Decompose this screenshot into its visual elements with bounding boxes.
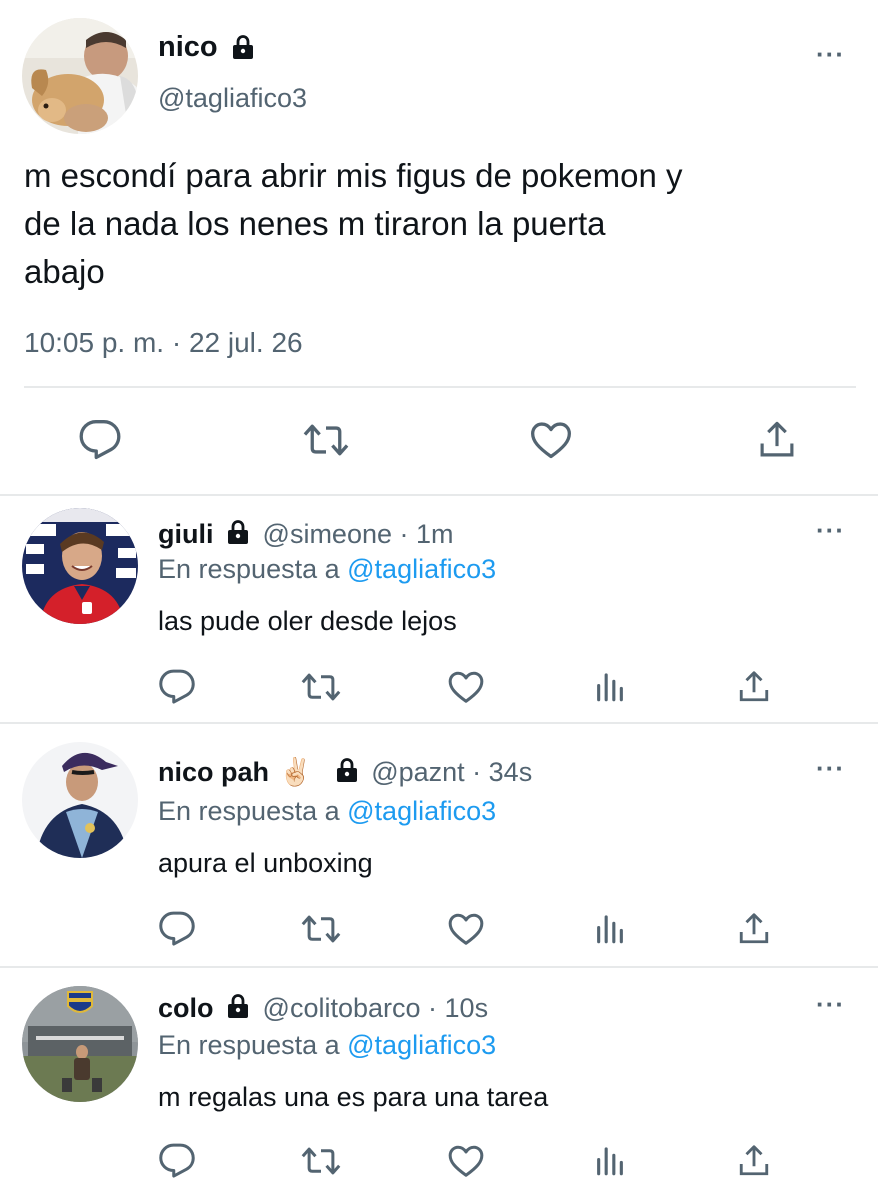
avatar[interactable] [22,986,138,1102]
author-handle[interactable]: @tagliafico3 [158,80,307,116]
reply-header: colo @colitobarco · 10s [158,991,488,1025]
reply-author-emoji: ✌🏻 [278,757,313,787]
reply-context-link[interactable]: @tagliafico3 [347,554,496,584]
lock-icon [225,519,251,545]
tweet-timestamp[interactable]: 10:05 p. m. · 22 jul. 26 [24,324,303,362]
share-icon[interactable] [736,668,772,706]
reply-context-label: En respuesta a [158,796,340,826]
retweet-icon[interactable] [300,668,342,706]
reply-icon[interactable] [158,910,196,948]
divider [24,386,856,388]
more-dots-icon[interactable]: ··· [816,991,845,1017]
divider [0,494,878,496]
reply-author-handle[interactable]: @colitobarco [263,993,421,1023]
reply-author-name[interactable]: colo [158,993,214,1023]
views-icon[interactable] [592,1144,628,1178]
reply-header: giuli @simeone · 1m [158,517,454,551]
reply-context: En respuesta a @tagliafico3 [158,1028,496,1062]
avatar[interactable] [22,508,138,624]
retweet-icon[interactable] [300,910,342,948]
reply-context: En respuesta a @tagliafico3 [158,794,496,828]
reply-header: nico pah ✌🏻 @paznt · 34s [158,755,532,789]
author-name[interactable]: nico [158,28,218,66]
reply-time[interactable]: · 1m [400,519,454,549]
reply-author-name[interactable]: giuli [158,519,214,549]
reply-time[interactable]: · 10s [428,993,488,1023]
more-dots-icon[interactable]: ··· [816,517,845,543]
retweet-icon[interactable] [300,1142,342,1180]
divider [0,966,878,968]
reply-icon[interactable] [158,668,196,706]
retweet-icon[interactable] [302,418,350,462]
reply-author-name[interactable]: nico pah [158,757,269,787]
reply-context-label: En respuesta a [158,554,340,584]
reply-context-link[interactable]: @tagliafico3 [347,1030,496,1060]
reply-text: las pude oler desde lejos [158,606,457,636]
tweet-text-line: de la nada los nenes m tiraron la puerta [24,205,606,242]
tweet-text-line: abajo [24,253,105,290]
heart-icon[interactable] [446,1142,486,1180]
more-dots-icon[interactable]: ··· [816,755,845,781]
divider [0,722,878,724]
reply-author-handle[interactable]: @paznt [371,757,464,787]
reply-context: En respuesta a @tagliafico3 [158,552,496,586]
reply-text: apura el unboxing [158,848,373,878]
avatar[interactable] [22,742,138,858]
more-dots-icon[interactable]: ··· [816,41,845,67]
views-icon[interactable] [592,912,628,946]
reply-author-handle[interactable]: @simeone [263,519,392,549]
tweet-text: m escondí para abrir mis figus de pokemo… [24,152,874,296]
views-icon[interactable] [592,670,628,704]
reply-icon[interactable] [158,1142,196,1180]
share-icon[interactable] [756,418,798,462]
tweet-text-line: m escondí para abrir mis figus de pokemo… [24,157,683,194]
heart-icon[interactable] [528,418,574,462]
reply-time[interactable]: · 34s [472,757,532,787]
lock-icon [225,993,251,1019]
lock-icon [230,34,256,60]
avatar[interactable] [22,18,138,134]
reply-icon[interactable] [78,418,122,462]
share-icon[interactable] [736,910,772,948]
reply-context-label: En respuesta a [158,1030,340,1060]
reply-text: m regalas una es para una tarea [158,1082,549,1112]
lock-icon [334,757,360,783]
reply-context-link[interactable]: @tagliafico3 [347,796,496,826]
heart-icon[interactable] [446,910,486,948]
heart-icon[interactable] [446,668,486,706]
share-icon[interactable] [736,1142,772,1180]
